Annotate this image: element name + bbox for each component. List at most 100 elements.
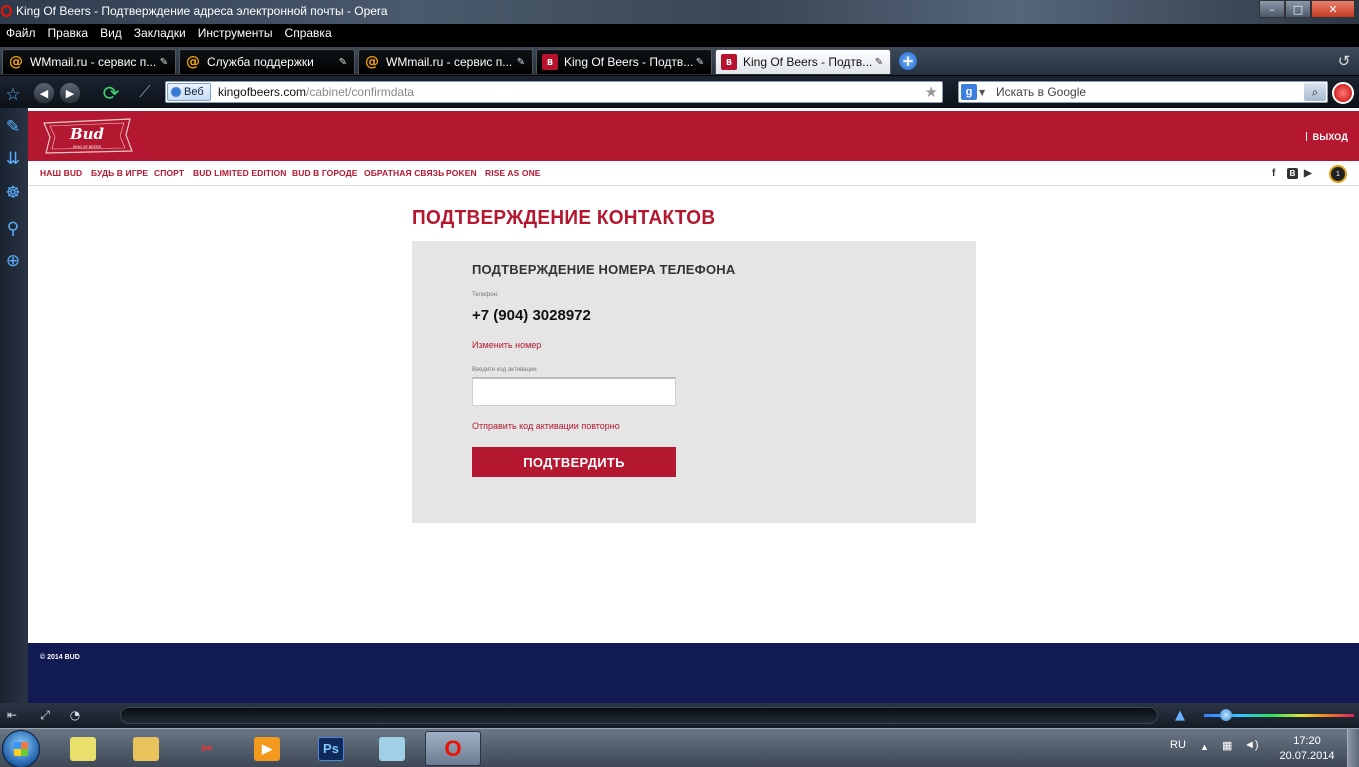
search-panel-icon[interactable]: ⚲ — [2, 218, 24, 240]
show-desktop-button[interactable] — [1347, 729, 1359, 767]
pencil-icon: ✎ — [159, 56, 169, 68]
speed-dial-icon[interactable]: ◔ — [66, 707, 84, 723]
nav-our-bud[interactable]: НАШ BUD — [40, 168, 82, 178]
bud-logo[interactable]: Bud KING OF BEERS — [40, 117, 134, 155]
at-icon: @ — [365, 54, 379, 70]
site-footer: © 2014 BUD — [28, 643, 1359, 703]
youtube-icon[interactable]: ▶ — [1304, 164, 1312, 182]
clock-time: 17:20 — [1293, 735, 1321, 747]
pencil-icon: ✎ — [516, 56, 526, 68]
chevron-down-icon: ▼ — [979, 87, 986, 97]
web-mode-label: Веб — [184, 86, 204, 98]
menu-view[interactable]: Вид — [94, 24, 128, 44]
notes-icon[interactable]: ✎ — [2, 116, 24, 138]
logo-text: Bud — [69, 125, 105, 143]
bookmarks-star-icon[interactable]: ☆ — [2, 84, 24, 106]
taskbar-editor[interactable] — [364, 731, 420, 766]
activation-code-input[interactable] — [472, 377, 676, 406]
wand-icon[interactable]: ⟋ — [134, 81, 156, 103]
panel-toggle-icon[interactable]: ⇤ — [3, 707, 21, 723]
tray-expand-icon[interactable]: ▲ — [1200, 742, 1209, 752]
tab-wmmail-2[interactable]: @ WMmail.ru - сервис п... ✎ — [358, 49, 533, 74]
close-button[interactable]: ✕ — [1311, 0, 1355, 18]
nav-poken[interactable]: POKEN — [446, 168, 477, 178]
reload-icon[interactable]: ⟳ — [98, 80, 124, 106]
phone-label: Телефон: — [472, 292, 499, 298]
site-nav: НАШ BUD БУДЬ В ИГРЕ СПОРТ BUD LIMITED ED… — [28, 161, 1359, 186]
zoom-slider-knob[interactable] — [1220, 709, 1232, 721]
taskbar-photoshop[interactable]: Ps — [303, 731, 359, 766]
address-field[interactable]: Веб kingofbeers.com/cabinet/confirmdata … — [165, 81, 943, 103]
taskbar-sticky-notes[interactable] — [55, 731, 111, 766]
maximize-button[interactable]: □ — [1285, 0, 1311, 18]
logo-subtext: KING OF BEERS — [73, 145, 102, 149]
fit-width-icon[interactable]: ⤢ — [36, 707, 54, 723]
opera-turbo-icon[interactable] — [1332, 82, 1354, 104]
tab-wmmail-1[interactable]: @ WMmail.ru - сервис п... ✎ — [2, 49, 176, 74]
start-button[interactable] — [2, 730, 40, 767]
clock[interactable]: 17:20 20.07.2014 — [1276, 734, 1338, 764]
globe-icon — [171, 87, 181, 97]
tab-label: WMmail.ru - сервис п... — [386, 55, 513, 69]
window-controls: – □ ✕ — [1259, 0, 1355, 18]
google-icon: g — [961, 84, 977, 100]
menu-edit[interactable]: Правка — [42, 24, 95, 44]
window-title-bar: King Of Beers - Подтверждение адреса эле… — [0, 0, 1359, 24]
facebook-icon[interactable]: f — [1272, 164, 1275, 182]
view-icon[interactable]: ▲ — [1171, 708, 1189, 723]
confirm-button[interactable]: ПОДТВЕРДИТЬ — [472, 447, 676, 477]
folder-icon — [133, 736, 159, 761]
menu-tools[interactable]: Инструменты — [192, 24, 279, 44]
web-page: Bud KING OF BEERS ВЫХОД НАШ BUD БУДЬ В И… — [28, 108, 1359, 703]
menu-bar: Файл Правка Вид Закладки Инструменты Спр… — [0, 24, 1359, 44]
minimize-button[interactable]: – — [1259, 0, 1285, 18]
back-button[interactable]: ◀ — [33, 82, 55, 104]
user-badge[interactable]: 1 — [1329, 165, 1347, 183]
tab-support[interactable]: @ Служба поддержки ✎ — [179, 49, 355, 74]
resend-code-link[interactable]: Отправить код активации повторно — [472, 421, 620, 431]
bookmark-star-icon[interactable]: ★ — [925, 83, 938, 101]
tab-label: Служба поддержки — [207, 55, 314, 69]
taskbar-opera[interactable]: O — [425, 731, 481, 766]
nav-bud-in-city[interactable]: BUD В ГОРОДЕ — [292, 168, 358, 178]
taskbar-explorer[interactable] — [118, 731, 174, 766]
site-header: Bud KING OF BEERS ВЫХОД — [28, 111, 1359, 161]
change-number-link[interactable]: Изменить номер — [472, 340, 541, 350]
phone-value: +7 (904) 3028972 — [472, 307, 591, 324]
tab-kingofbeers-1[interactable]: B King Of Beers - Подтв... ✎ — [536, 49, 712, 74]
add-panel-icon[interactable]: ⊕ — [2, 250, 24, 272]
menu-bookmarks[interactable]: Закладки — [128, 24, 192, 44]
page-progress-bar — [120, 707, 1158, 724]
web-mode-badge[interactable]: Веб — [167, 83, 211, 101]
pencil-icon: ✎ — [874, 56, 884, 68]
logout-link[interactable]: ВЫХОД — [1306, 132, 1348, 142]
new-tab-button[interactable]: + — [899, 52, 917, 70]
side-panel: ☆ ✎ ⇊ ☸ ⚲ ⊕ — [0, 85, 28, 703]
language-indicator[interactable]: RU — [1170, 739, 1186, 751]
nav-rise-as-one[interactable]: RISE AS ONE — [485, 168, 541, 178]
nav-sport[interactable]: СПОРТ — [154, 168, 184, 178]
closed-tabs-icon[interactable]: ↺ — [1335, 52, 1353, 70]
nav-in-game[interactable]: БУДЬ В ИГРЕ — [91, 168, 148, 178]
volume-icon[interactable]: ◄) — [1244, 739, 1259, 751]
sticky-notes-icon — [70, 736, 96, 761]
url-text[interactable]: kingofbeers.com/cabinet/confirmdata — [218, 85, 414, 99]
network-icon[interactable]: ▦ — [1222, 739, 1232, 752]
taskbar-media-player[interactable]: ▶ — [239, 731, 295, 766]
tab-kingofbeers-active[interactable]: B King Of Beers - Подтв... ✎ — [715, 49, 891, 74]
tab-label: King Of Beers - Подтв... — [743, 55, 872, 69]
search-engine-selector[interactable]: g ▼ — [961, 84, 989, 100]
forward-button[interactable]: ▶ — [59, 82, 81, 104]
menu-help[interactable]: Справка — [279, 24, 338, 44]
menu-file[interactable]: Файл — [0, 24, 42, 44]
search-field[interactable]: g ▼ Искать в Google ⌕ — [958, 81, 1328, 103]
downloads-icon[interactable]: ⇊ — [2, 148, 24, 170]
search-icon[interactable]: ⌕ — [1304, 83, 1326, 101]
vkontakte-icon[interactable]: B — [1287, 168, 1298, 179]
address-toolbar: ◀ ▶ ⟳ ⟋ Веб kingofbeers.com/cabinet/conf… — [0, 76, 1359, 108]
at-icon: @ — [186, 54, 200, 70]
taskbar-snipping-tool[interactable]: ✂ — [179, 731, 235, 766]
nav-limited-edition[interactable]: BUD LIMITED EDITION — [193, 168, 287, 178]
nav-feedback[interactable]: ОБРАТНАЯ СВЯЗЬ — [364, 168, 444, 178]
history-icon[interactable]: ☸ — [2, 182, 24, 204]
